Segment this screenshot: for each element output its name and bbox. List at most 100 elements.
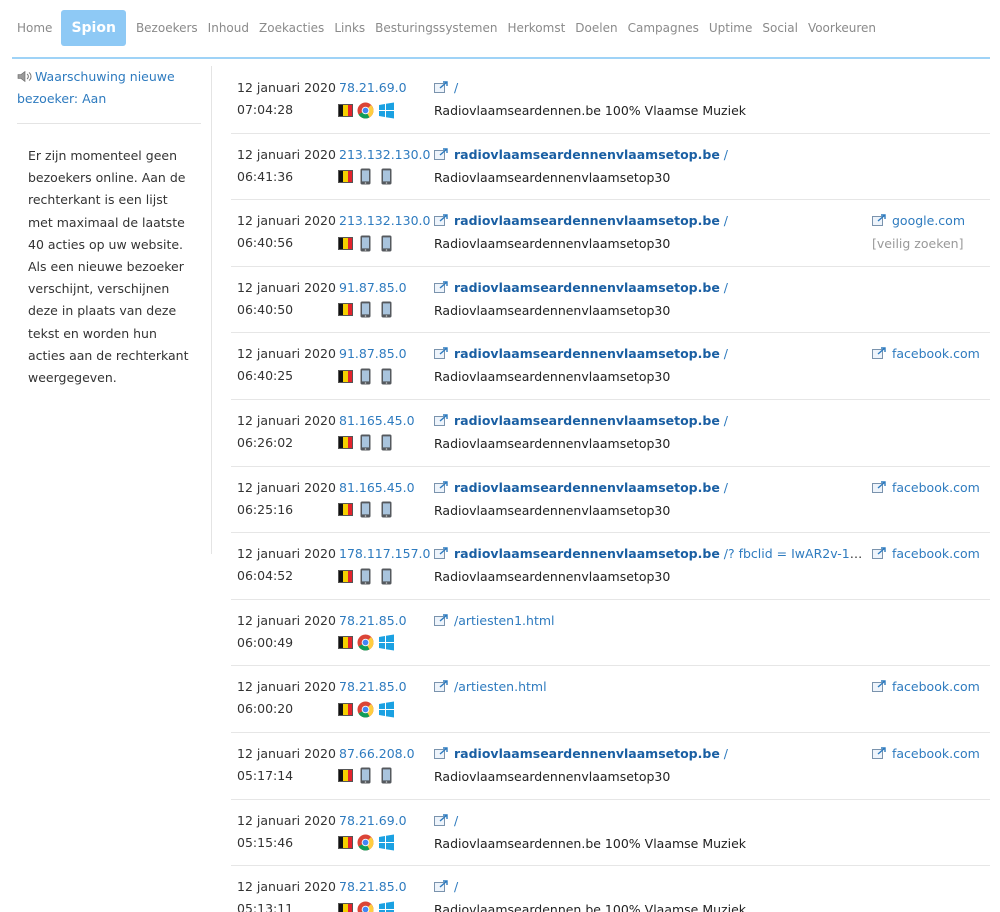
ip-address-link[interactable]: 78.21.85.0 — [339, 610, 407, 632]
visitor-entry: 12 januari 2020 06:00:49 78.21.85.0/arties… — [231, 600, 990, 667]
ip-address-link[interactable]: 81.165.45.0 — [339, 477, 415, 499]
page-host-link[interactable]: radiovlaamseardennenvlaamsetop.be — [454, 213, 720, 228]
ip-address-link[interactable]: 91.87.85.0 — [339, 343, 407, 365]
visitor-icons — [338, 234, 395, 252]
ip-address-link[interactable]: 78.21.69.0 — [339, 810, 407, 832]
entry-time: 05:17:14 — [237, 767, 294, 783]
page-host-link[interactable]: radiovlaamseardennenvlaamsetop.be — [454, 413, 720, 428]
page-path-link[interactable]: /artiesten.html — [454, 679, 547, 694]
mobile-icon — [357, 434, 374, 451]
page-host-link[interactable]: radiovlaamseardennenvlaamsetop.be — [454, 280, 720, 295]
mobile-icon — [378, 301, 395, 318]
page-host-link[interactable]: radiovlaamseardennenvlaamsetop.be — [454, 546, 720, 561]
referrer-link[interactable]: facebook.com — [872, 676, 980, 698]
page-path-link[interactable]: / — [724, 147, 728, 162]
external-link-icon — [434, 877, 449, 893]
page-path-link[interactable]: /? fbclid = IwAR2v-10_3TD... — [724, 546, 864, 561]
entry-date: 12 januari 2020 — [237, 146, 336, 162]
visited-page: / — [434, 77, 864, 99]
page-path-link[interactable]: / — [454, 879, 458, 894]
visited-page: /artiesten.html — [434, 676, 864, 698]
entry-date: 12 januari 2020 — [237, 546, 336, 562]
visitor-icons — [338, 434, 395, 452]
entry-date: 12 januari 2020 — [237, 879, 336, 895]
visitor-icons — [338, 301, 395, 319]
external-link-icon — [434, 811, 449, 826]
ip-address-link[interactable]: 87.66.208.0 — [339, 743, 415, 765]
external-link-icon — [872, 544, 887, 560]
entry-time: 06:25:16 — [237, 501, 294, 517]
sidebar-info-text: Er zijn momenteel geen bezoekers online.… — [28, 148, 189, 386]
visitor-icons — [338, 634, 395, 652]
entry-timestamp: 12 januari 2020 07:04:28 — [237, 77, 336, 121]
visited-page: radiovlaamseardennenvlaamsetop.be / — [434, 410, 864, 432]
flag-be-icon — [338, 369, 353, 383]
page-path-link[interactable]: / — [724, 480, 728, 495]
referrer-link[interactable]: google.com — [872, 210, 965, 232]
page-host-link[interactable]: radiovlaamseardennenvlaamsetop.be — [454, 147, 720, 162]
visited-page: / — [434, 810, 864, 832]
referrer-label: facebook.com — [892, 745, 980, 761]
entry-date: 12 januari 2020 — [237, 346, 336, 362]
nav-item-campagnes[interactable]: Campagnes — [623, 10, 704, 46]
ip-address-link[interactable]: 213.132.130.0 — [339, 144, 430, 166]
visitor-icons — [338, 567, 395, 585]
external-link-icon — [434, 78, 449, 93]
nav-item-bezoekers[interactable]: Bezoekers — [131, 10, 203, 46]
ip-address-link[interactable]: 81.165.45.0 — [339, 410, 415, 432]
page-path-link[interactable]: / — [454, 813, 458, 828]
nav-item-herkomst[interactable]: Herkomst — [502, 10, 570, 46]
page-path-link[interactable]: /artiesten1.html — [454, 613, 555, 628]
nav-item-besturingssystemen[interactable]: Besturingssystemen — [370, 10, 502, 46]
page-path-link[interactable]: / — [724, 413, 728, 428]
entry-timestamp: 12 januari 2020 06:00:49 — [237, 610, 336, 654]
nav-item-uptime[interactable]: Uptime — [704, 10, 758, 46]
page-host-link[interactable]: radiovlaamseardennenvlaamsetop.be — [454, 346, 720, 361]
page-path-link[interactable]: / — [724, 346, 728, 361]
ip-address-link[interactable]: 78.21.69.0 — [339, 77, 407, 99]
entry-time: 05:13:11 — [237, 901, 294, 912]
page-path-link[interactable]: / — [724, 280, 728, 295]
page-path-link[interactable]: / — [724, 746, 728, 761]
referrer-link[interactable]: facebook.com — [872, 543, 980, 565]
visitor-icons — [338, 900, 395, 912]
entry-timestamp: 12 januari 2020 05:13:11 — [237, 876, 336, 912]
nav-item-social[interactable]: Social — [757, 10, 803, 46]
referrer-label: facebook.com — [892, 546, 980, 562]
nav-item-spion[interactable]: Spion — [61, 10, 126, 46]
nav-item-links[interactable]: Links — [329, 10, 370, 46]
nav-item-zoekacties[interactable]: Zoekacties — [254, 10, 329, 46]
flag-be-icon — [338, 902, 353, 912]
page-host-link[interactable]: radiovlaamseardennenvlaamsetop.be — [454, 480, 720, 495]
nav-item-inhoud[interactable]: Inhoud — [203, 10, 254, 46]
referrer-link[interactable]: facebook.com — [872, 343, 980, 365]
page-path-link[interactable]: / — [454, 80, 458, 95]
ip-address-link[interactable]: 213.132.130.0 — [339, 210, 430, 232]
visitor-entry: 12 januari 2020 06:26:02 81.165.45.0 radiov… — [231, 400, 990, 467]
external-link-icon — [434, 145, 449, 160]
visited-page: radiovlaamseardennenvlaamsetop.be / — [434, 144, 864, 166]
column-divider — [211, 66, 212, 554]
page-title: Radiovlaamseardennenvlaamsetop30 — [434, 302, 671, 318]
ip-address-link[interactable]: 78.21.85.0 — [339, 876, 407, 898]
entry-time: 06:00:49 — [237, 634, 294, 650]
ip-address-link[interactable]: 78.21.85.0 — [339, 676, 407, 698]
ip-address-link[interactable]: 91.87.85.0 — [339, 277, 407, 299]
page-host-link[interactable]: radiovlaamseardennenvlaamsetop.be — [454, 746, 720, 761]
entry-time: 06:04:52 — [237, 568, 294, 584]
referrer-link[interactable]: facebook.com — [872, 743, 980, 765]
page-title: Radiovlaamseardennenvlaamsetop30 — [434, 369, 671, 385]
entry-timestamp: 12 januari 2020 06:26:02 — [237, 410, 336, 454]
nav-item-voorkeuren[interactable]: Voorkeuren — [803, 10, 881, 46]
external-link-icon — [434, 211, 449, 227]
mobile-icon — [378, 434, 395, 451]
referrer-link[interactable]: facebook.com — [872, 477, 980, 499]
nav-item-home[interactable]: Home — [12, 10, 57, 46]
ip-address-link[interactable]: 178.117.157.0 — [339, 543, 430, 565]
visitor-warning-toggle[interactable]: Waarschuwing nieuwe bezoeker: Aan — [17, 66, 201, 110]
nav-item-doelen[interactable]: Doelen — [570, 10, 622, 46]
referrer-label: facebook.com — [892, 479, 980, 495]
entry-time: 06:40:25 — [237, 368, 294, 384]
visited-page: radiovlaamseardennenvlaamsetop.be /? fbc… — [434, 543, 864, 565]
page-path-link[interactable]: / — [724, 213, 728, 228]
